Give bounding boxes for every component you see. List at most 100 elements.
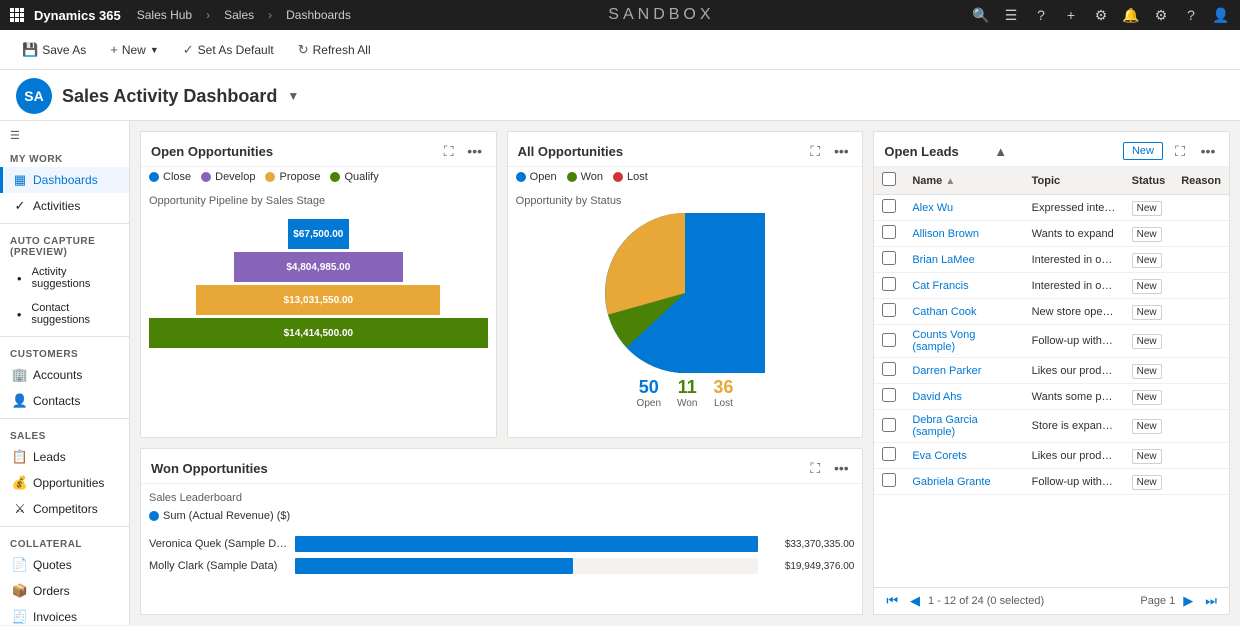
sidebar-item-competitors[interactable]: ⚔ Competitors xyxy=(0,496,129,522)
question-icon[interactable]: ? xyxy=(1182,6,1200,24)
cell-name: Cat Francis xyxy=(904,273,1023,299)
help-icon[interactable]: ? xyxy=(1032,6,1050,24)
share-icon[interactable]: 🔔 xyxy=(1122,6,1140,24)
set-as-default-label: Set As Default xyxy=(198,43,274,57)
row-checkbox[interactable] xyxy=(882,199,896,213)
sidebar-item-opportunities[interactable]: 💰 Opportunities xyxy=(0,470,129,496)
search-icon[interactable]: 🔍 xyxy=(972,6,990,24)
select-all-checkbox[interactable] xyxy=(882,172,896,186)
sidebar-invoices-label: Invoices xyxy=(33,610,77,624)
table-row[interactable]: Counts Vong (sample) Follow-up with info… xyxy=(874,325,1229,358)
table-row[interactable]: Gabriela Grante Follow-up with informati… xyxy=(874,469,1229,495)
table-row[interactable]: Cat Francis Interested in our newer o...… xyxy=(874,273,1229,299)
funnel-bar-value: $13,031,550.00 xyxy=(284,295,354,306)
open-opp-expand-btn[interactable]: ⛶ xyxy=(438,140,460,162)
sandbox-title: SANDBOX xyxy=(351,6,972,24)
row-checkbox[interactable] xyxy=(882,333,896,347)
settings-icon[interactable]: ⚙ xyxy=(1152,6,1170,24)
table-row[interactable]: Darren Parker Likes our products New xyxy=(874,358,1229,384)
col-status[interactable]: Status xyxy=(1124,167,1174,195)
new-button[interactable]: + New ▼ xyxy=(100,38,169,61)
brand-name: Dynamics 365 xyxy=(34,8,121,23)
col-name[interactable]: Name ▲ xyxy=(904,167,1023,195)
cell-topic: Interested in online only s... xyxy=(1024,247,1124,273)
sidebar-item-contact-suggestions[interactable]: • Contact suggestions xyxy=(0,296,129,332)
table-row[interactable]: Alex Wu Expressed interest in A. D... Ne… xyxy=(874,195,1229,221)
sidebar-item-invoices[interactable]: 🧾 Invoices xyxy=(0,604,129,625)
all-opp-more-btn[interactable]: ••• xyxy=(830,140,852,162)
all-opp-legend: Open Won Lost xyxy=(508,167,863,187)
row-checkbox[interactable] xyxy=(882,303,896,317)
row-checkbox[interactable] xyxy=(882,362,896,376)
open-opp-more-btn[interactable]: ••• xyxy=(464,140,486,162)
row-check xyxy=(874,410,904,443)
open-leads-table: Name ▲ Topic Status Reason Alex Wu Expre… xyxy=(874,167,1229,495)
sidebar-item-orders[interactable]: 📦 Orders xyxy=(0,578,129,604)
cell-name: Brian LaMee xyxy=(904,247,1023,273)
nav-sales-hub[interactable]: Sales Hub xyxy=(137,8,192,22)
col-topic[interactable]: Topic xyxy=(1024,167,1124,195)
avatar: SA xyxy=(16,78,52,114)
legend-dot-qualify xyxy=(330,172,340,182)
pagination-prev-btn[interactable]: ◀ xyxy=(906,592,924,610)
lb-bar-container xyxy=(295,536,758,552)
open-leads-more-btn[interactable]: ••• xyxy=(1197,140,1219,162)
list-icon[interactable]: ☰ xyxy=(1002,6,1020,24)
save-as-button[interactable]: 💾 Save As xyxy=(12,38,96,62)
page-title-chevron-icon[interactable]: ▼ xyxy=(287,89,299,103)
table-row[interactable]: David Ahs Wants some product info... New xyxy=(874,384,1229,410)
filter-icon[interactable]: ⚙ xyxy=(1092,6,1110,24)
pie-chart xyxy=(605,213,765,373)
sidebar-item-activity-suggestions[interactable]: • Activity suggestions xyxy=(0,260,129,296)
quotes-icon: 📄 xyxy=(13,558,27,572)
sidebar-item-dashboards[interactable]: ▦ Dashboards xyxy=(0,167,129,193)
table-row[interactable]: Cathan Cook New store opened this ye... … xyxy=(874,299,1229,325)
sidebar-item-contacts[interactable]: 👤 Contacts xyxy=(0,388,129,414)
row-checkbox[interactable] xyxy=(882,277,896,291)
hamburger-icon: ☰ xyxy=(10,129,20,142)
col-reason[interactable]: Reason xyxy=(1173,167,1229,195)
sidebar-item-activities[interactable]: ✓ Activities xyxy=(0,193,129,219)
row-checkbox[interactable] xyxy=(882,251,896,265)
row-checkbox[interactable] xyxy=(882,447,896,461)
won-opp-expand-btn[interactable]: ⛶ xyxy=(804,457,826,479)
row-checkbox[interactable] xyxy=(882,225,896,239)
brand[interactable]: Dynamics 365 xyxy=(10,8,121,23)
sidebar-divider-1 xyxy=(0,223,129,224)
pagination-last-btn[interactable]: ⏭ xyxy=(1201,592,1221,610)
refresh-all-button[interactable]: ↻ Refresh All xyxy=(288,38,381,62)
pagination-next-btn[interactable]: ▶ xyxy=(1179,592,1197,610)
won-opp-more-btn[interactable]: ••• xyxy=(830,457,852,479)
activity-suggestions-icon: • xyxy=(13,271,26,285)
sidebar-collapse-btn[interactable]: ☰ xyxy=(0,125,129,146)
all-opp-body: Opportunity by Status 50 Open xyxy=(508,187,863,437)
open-leads-new-btn[interactable]: New xyxy=(1123,142,1163,160)
table-row[interactable]: Eva Corets Likes our products New xyxy=(874,443,1229,469)
nav-dashboards[interactable]: Dashboards xyxy=(286,8,351,22)
pagination-first-btn[interactable]: ⏮ xyxy=(882,592,902,610)
sidebar-divider-4 xyxy=(0,526,129,527)
plus-icon[interactable]: + xyxy=(1062,6,1080,24)
open-leads-sort-icon[interactable]: ▲ xyxy=(994,144,1007,159)
cell-topic: Follow-up with informati... xyxy=(1024,469,1124,495)
sidebar-item-quotes[interactable]: 📄 Quotes xyxy=(0,552,129,578)
app-grid-icon xyxy=(10,8,24,22)
table-row[interactable]: Debra Garcia (sample) Store is expanding… xyxy=(874,410,1229,443)
set-as-default-button[interactable]: ✓ Set As Default xyxy=(173,38,284,62)
all-opp-expand-btn[interactable]: ⛶ xyxy=(804,140,826,162)
open-leads-expand-btn[interactable]: ⛶ xyxy=(1169,140,1191,162)
sidebar-item-accounts[interactable]: 🏢 Accounts xyxy=(0,362,129,388)
table-row[interactable]: Brian LaMee Interested in online only s.… xyxy=(874,247,1229,273)
user-icon[interactable]: 👤 xyxy=(1212,6,1230,24)
row-checkbox[interactable] xyxy=(882,418,896,432)
sidebar-item-leads[interactable]: 📋 Leads xyxy=(0,444,129,470)
funnel-bar-propose: $13,031,550.00 xyxy=(196,285,440,315)
row-checkbox[interactable] xyxy=(882,388,896,402)
table-row[interactable]: Allison Brown Wants to expand New xyxy=(874,221,1229,247)
row-checkbox[interactable] xyxy=(882,473,896,487)
won-opp-title: Won Opportunities xyxy=(151,461,798,476)
name-sort-icon: ▲ xyxy=(945,176,955,187)
open-opportunities-card: Open Opportunities ⛶ ••• Close Develop P xyxy=(140,131,497,438)
cell-status: New xyxy=(1124,384,1174,410)
nav-sales[interactable]: Sales xyxy=(224,8,254,22)
